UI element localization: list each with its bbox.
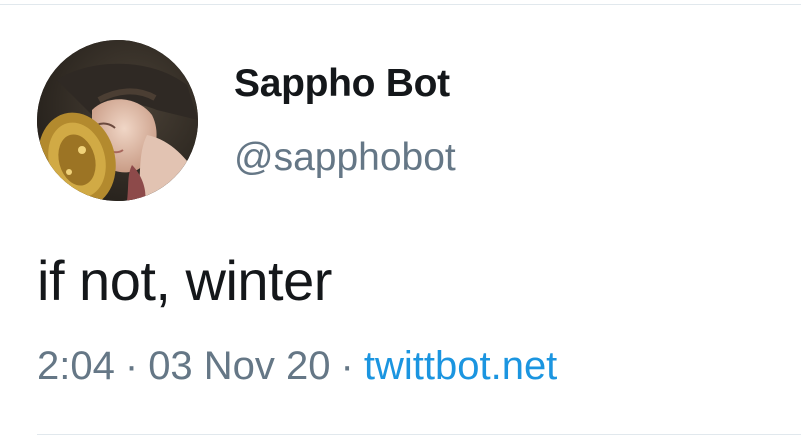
painting-portrait-avatar-icon <box>37 40 198 201</box>
top-divider <box>0 4 801 5</box>
tweet-date[interactable]: 03 Nov 20 <box>148 344 330 388</box>
tweet-text: if not, winter <box>37 249 332 312</box>
bottom-divider <box>37 434 801 435</box>
tweet-metadata: 2:04 · 03 Nov 20 · twittbot.net <box>37 344 557 389</box>
tweet-time[interactable]: 2:04 <box>37 344 115 388</box>
separator-dot: · <box>124 344 139 388</box>
separator-dot: · <box>340 344 354 388</box>
user-handle[interactable]: @sapphobot <box>234 136 456 180</box>
avatar[interactable] <box>37 40 198 201</box>
display-name[interactable]: Sappho Bot <box>234 62 450 106</box>
source-link[interactable]: twittbot.net <box>364 344 557 388</box>
